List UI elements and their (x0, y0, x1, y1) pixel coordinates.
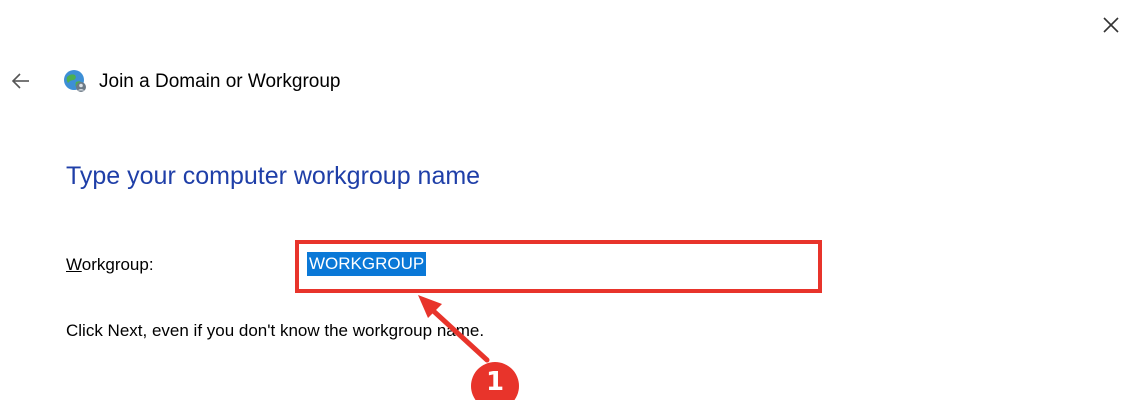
annotation-badge-number: 1 (485, 367, 505, 397)
hint-text: Click Next, even if you don't know the w… (66, 321, 485, 340)
window-title: Join a Domain or Workgroup (99, 71, 341, 92)
back-button[interactable] (10, 70, 32, 92)
workgroup-label-mnemonic: W (66, 255, 82, 274)
dialog-window: Join a Domain or Workgroup Type your com… (0, 0, 1127, 400)
close-button[interactable] (1098, 12, 1124, 38)
page-heading: Type your computer workgroup name (66, 162, 481, 190)
workgroup-label-text: orkgroup: (81, 255, 154, 274)
network-globe-icon (62, 68, 88, 94)
workgroup-input[interactable]: WORKGROUP (301, 246, 814, 281)
workgroup-input-selected-value: WORKGROUP (307, 252, 427, 276)
annotation-arrow-head (418, 295, 442, 318)
workgroup-label: Workgroup: (66, 254, 154, 276)
close-icon (1103, 17, 1119, 33)
back-arrow-icon (11, 73, 29, 89)
